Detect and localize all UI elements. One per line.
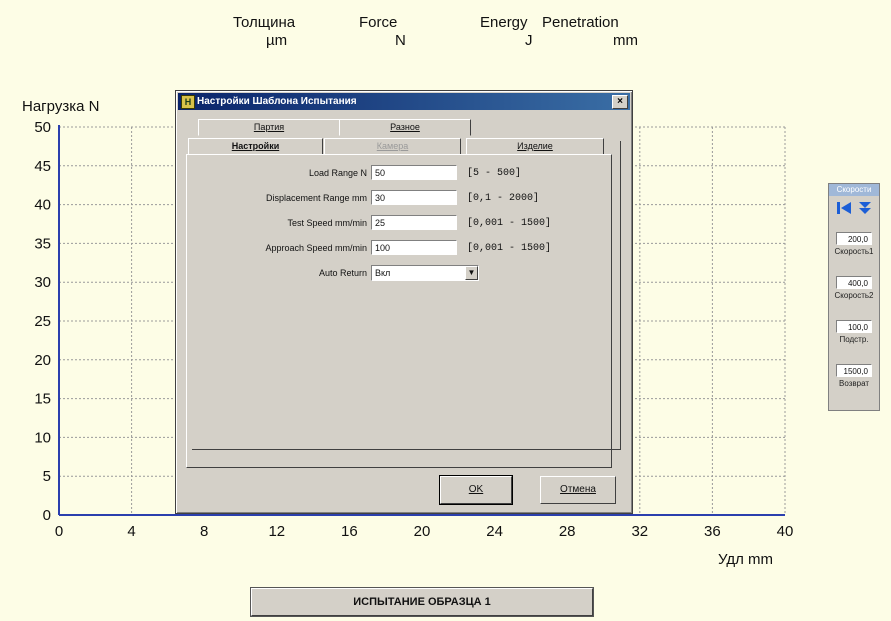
test-speed-row: Test Speed mm/min 25 [0,001 - 1500] [187,215,607,233]
approach-label: Подстр. [839,335,869,344]
ok-button[interactable]: OK [439,475,513,505]
tab-product[interactable]: Изделие [466,138,604,155]
approach-speed-limits: [0,001 - 1500] [467,243,552,254]
approach-value[interactable]: 100,0 [836,320,872,333]
test-speed-label: Test Speed mm/min [287,218,367,228]
dialog-titlebar[interactable]: Н Настройки Шаблона Испытания × [178,93,630,110]
x-tick-label: 12 [268,523,285,540]
displacement-range-limits: [0,1 - 2000] [467,193,540,204]
x-tick-label: 8 [200,523,208,540]
load-range-input[interactable]: 50 [371,165,457,180]
y-tick-label: 10 [34,429,51,446]
load-range-row: Load Range N 50 [5 - 500] [187,165,607,183]
app-icon: Н [181,95,195,109]
y-tick-label: 35 [34,235,51,252]
auto-return-select[interactable]: Вкл ▼ [371,265,479,281]
speed1-value[interactable]: 200,0 [836,232,872,245]
y-tick-label: 5 [43,468,51,485]
x-tick-label: 4 [127,523,135,540]
displacement-range-label: Displacement Range mm [265,193,367,203]
cancel-button[interactable]: Отмена [540,476,616,504]
tab-camera[interactable]: Камера [324,138,461,155]
speed2-label: Скорость2 [834,291,874,300]
speed-arrows [837,202,871,214]
chevron-down-icon[interactable]: ▼ [465,266,478,280]
dialog-title: Настройки Шаблона Испытания [197,96,357,107]
x-tick-label: 32 [631,523,648,540]
x-tick-label: 0 [55,523,63,540]
test-speed-input[interactable]: 25 [371,215,457,230]
speed1-label: Скорость1 [834,247,874,256]
arrow-to-bottom-icon[interactable] [859,202,871,214]
y-tick-label: 40 [34,197,51,214]
x-tick-label: 36 [704,523,721,540]
displacement-range-input[interactable]: 30 [371,190,457,205]
y-tick-label: 20 [34,352,51,369]
speed2-value[interactable]: 400,0 [836,276,872,289]
approach-speed-label: Approach Speed mm/min [265,243,367,253]
x-tick-label: 40 [777,523,794,540]
x-tick-label: 16 [341,523,358,540]
load-range-label: Load Range N [308,168,367,178]
tab-settings[interactable]: Настройки [188,138,323,155]
y-tick-label: 0 [43,507,51,524]
close-button[interactable]: × [612,95,628,109]
load-range-limits: [5 - 500] [467,168,522,179]
y-tick-label: 15 [34,391,51,408]
y-tick-label: 25 [34,313,51,330]
auto-return-label: Auto Return [318,268,367,278]
x-tick-label: 28 [559,523,576,540]
test-sample-button[interactable]: ИСПЫТАНИЕ ОБРАЗЦА 1 [250,587,594,617]
speed-panel-title: Скорости [829,184,879,196]
y-tick-label: 30 [34,274,51,291]
tab-misc[interactable]: Разное [339,119,471,136]
tab-batch[interactable]: Партия [198,119,340,136]
y-tick-label: 50 [34,119,51,136]
test-template-settings-dialog: Н Настройки Шаблона Испытания × Партия Р… [175,90,633,514]
approach-speed-row: Approach Speed mm/min 100 [0,001 - 1500] [187,240,607,258]
test-speed-limits: [0,001 - 1500] [467,218,552,229]
x-tick-label: 20 [414,523,431,540]
auto-return-row: Auto Return Вкл ▼ [187,265,607,283]
return-label: Возврат [839,379,869,388]
x-tick-label: 24 [486,523,503,540]
speed-panel: Скорости 200,0 Скорость1 400,0 Скорость2… [828,183,880,411]
auto-return-value: Вкл [375,268,391,278]
return-value[interactable]: 1500,0 [836,364,872,377]
displacement-range-row: Displacement Range mm 30 [0,1 - 2000] [187,190,607,208]
y-tick-label: 45 [34,158,51,175]
settings-panel: Load Range N 50 [5 - 500] Displacement R… [186,154,612,468]
arrow-to-start-icon[interactable] [837,202,851,214]
approach-speed-input[interactable]: 100 [371,240,457,255]
